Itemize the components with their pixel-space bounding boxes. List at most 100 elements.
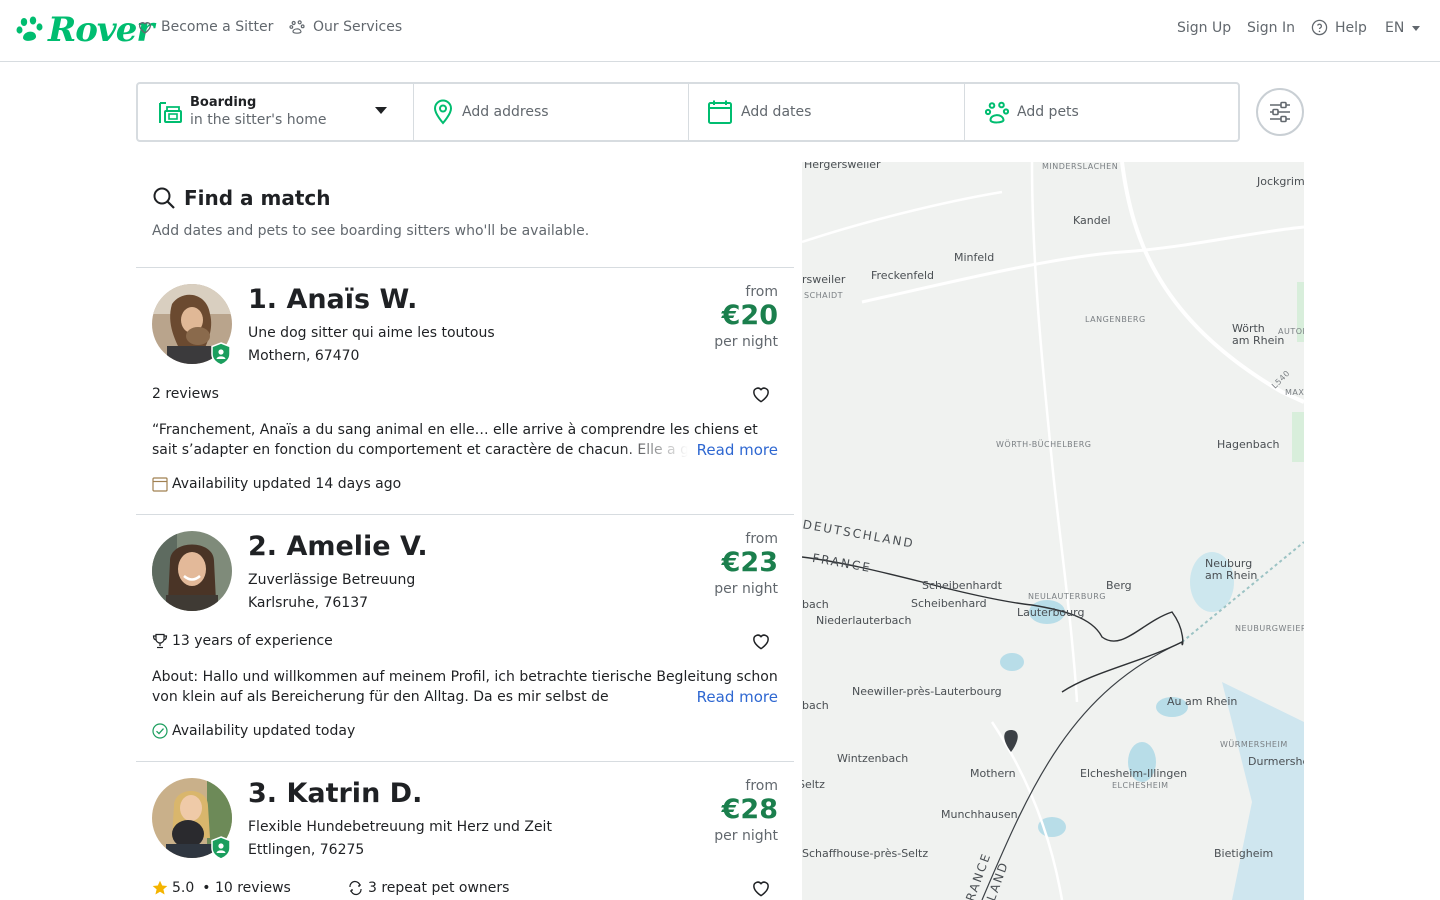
read-more-link[interactable]: Read more xyxy=(690,440,778,460)
map-label: Jockgrim xyxy=(1257,175,1304,188)
sitter-location: Ettlingen, 76275 xyxy=(248,842,365,858)
heart-icon xyxy=(138,22,152,34)
map-label: Minfeld xyxy=(954,251,995,264)
map-label: Hergersweiler xyxy=(804,162,881,171)
become-sitter-label: Become a Sitter xyxy=(161,19,274,35)
map-label: Elchesheim-Illingen xyxy=(1080,767,1188,780)
help-label: Help xyxy=(1335,19,1367,36)
repeat-icon xyxy=(349,880,362,896)
map-label: Scheibenhard xyxy=(911,597,987,610)
map-label: Wörth am Rhein xyxy=(1232,322,1285,347)
sitter-card[interactable]: 1. Anaïs W. Une dog sitter qui aime les … xyxy=(136,268,794,514)
avatar[interactable] xyxy=(152,531,232,611)
map-label: AUTOM xyxy=(1278,327,1304,336)
favorite-heart-icon[interactable] xyxy=(752,880,770,897)
rover-logo[interactable]: Rover xyxy=(16,10,154,50)
map-label: Au am Rhein xyxy=(1167,695,1238,708)
filters-button[interactable] xyxy=(1256,88,1304,136)
favorite-heart-icon[interactable] xyxy=(752,386,770,403)
text-fade xyxy=(618,440,688,460)
sign-in-label: Sign In xyxy=(1247,20,1295,36)
paw-icon xyxy=(985,101,1009,124)
map-label: Freckenfeld xyxy=(871,269,935,282)
price-from-label: from xyxy=(745,531,778,547)
dates-input[interactable]: Add dates xyxy=(689,84,965,140)
price-unit: per night xyxy=(714,828,778,844)
sitter-name[interactable]: 1. Anaïs W. xyxy=(248,284,417,315)
map-label: NEUBURGWEIER xyxy=(1235,624,1304,633)
check-circle-icon xyxy=(152,723,168,739)
sitter-name[interactable]: 3. Katrin D. xyxy=(248,778,422,809)
search-icon xyxy=(153,187,175,209)
sign-up-link[interactable]: Sign Up xyxy=(1177,20,1231,36)
map-label: Berg xyxy=(1106,579,1132,592)
availability-status: Availability updated today xyxy=(152,723,355,739)
dates-placeholder: Add dates xyxy=(741,104,812,120)
map-label: Bietigheim xyxy=(1214,847,1274,860)
sitter-tagline: Flexible Hundebetreuung mit Herz und Zei… xyxy=(248,819,552,835)
map-label: Hagenbach xyxy=(1217,438,1280,451)
availability-status: Availability updated 14 days ago xyxy=(152,476,401,492)
location-pin-icon xyxy=(433,99,453,125)
repeat-owners-label: 3 repeat pet owners xyxy=(368,880,510,896)
calendar-icon xyxy=(152,477,168,492)
favorite-heart-icon[interactable] xyxy=(752,633,770,650)
text-fade xyxy=(618,687,688,707)
pets-input[interactable]: Add pets xyxy=(965,84,1238,140)
review-quote: “Franchement, Anaïs a du sang animal en … xyxy=(152,420,778,460)
map-label: Niederlauterbach xyxy=(816,614,912,627)
verified-shield-icon xyxy=(211,836,231,860)
address-input[interactable]: Add address xyxy=(414,84,689,140)
reviews-label: • 10 reviews xyxy=(202,880,291,896)
find-match-subtitle: Add dates and pets to see boarding sitte… xyxy=(152,223,590,239)
find-match-title: Find a match xyxy=(184,186,331,210)
reviews-count: 2 reviews xyxy=(152,386,219,402)
price-from-label: from xyxy=(745,284,778,300)
sitter-card[interactable]: 3. Katrin D. Flexible Hundebetreuung mit… xyxy=(136,762,794,900)
become-sitter-link[interactable]: Become a Sitter xyxy=(137,19,273,35)
map-label: WÜRMERSHEIM xyxy=(1220,740,1288,749)
paw-logo-icon xyxy=(16,16,43,41)
map-marker xyxy=(1004,730,1018,752)
language-selector[interactable]: EN xyxy=(1385,20,1421,36)
repeat-owners-info: 3 repeat pet owners xyxy=(347,880,509,896)
about-text: About: Hallo und willkommen auf meinem P… xyxy=(152,667,778,707)
address-placeholder: Add address xyxy=(462,104,549,120)
map-label: ELCHESHEIM xyxy=(1112,781,1169,790)
our-services-link[interactable]: Our Services xyxy=(289,19,402,35)
map-label: Munchhausen xyxy=(941,808,1018,821)
map-label: Kandel xyxy=(1073,214,1111,227)
rating-value: 5.0 xyxy=(172,880,195,896)
price-from-label: from xyxy=(745,778,778,794)
service-title: Boarding xyxy=(190,95,257,110)
sitter-tagline: Une dog sitter qui aime les toutous xyxy=(248,325,495,341)
rating-info: 5.0 • 10 reviews xyxy=(152,880,291,896)
map-label: Neuburg am Rhein xyxy=(1205,557,1258,582)
map-label: MINDERSLACHEN xyxy=(1042,162,1119,171)
pets-placeholder: Add pets xyxy=(1017,104,1079,120)
map-label: rsweiler xyxy=(802,273,846,286)
experience-info: 13 years of experience xyxy=(152,633,333,649)
verified-shield-icon xyxy=(211,342,231,366)
sign-in-link[interactable]: Sign In xyxy=(1247,20,1295,36)
help-icon xyxy=(1311,19,1328,36)
boarding-house-icon xyxy=(159,102,182,123)
map-label: bach xyxy=(802,699,829,712)
availability-label: Availability updated 14 days ago xyxy=(172,476,402,492)
sitter-tagline: Zuverlässige Betreuung xyxy=(248,572,416,588)
map-view[interactable]: Hergersweiler MINDERSLACHEN Jockgrim Kan… xyxy=(802,162,1304,900)
service-subtitle: in the sitter's home xyxy=(190,112,327,128)
sitter-name[interactable]: 2. Amelie V. xyxy=(248,531,428,562)
service-selector[interactable]: Boarding in the sitter's home xyxy=(138,84,414,140)
price-value: €20 xyxy=(721,300,778,331)
map-label: Schaffhouse-près-Seltz xyxy=(802,847,929,860)
availability-label: Availability updated today xyxy=(172,723,356,739)
language-label: EN xyxy=(1385,20,1405,36)
calendar-icon xyxy=(708,100,732,124)
map-label: NEULAUTERBURG xyxy=(1028,592,1106,601)
sitter-card[interactable]: 2. Amelie V. Zuverlässige Betreuung Karl… xyxy=(136,515,794,761)
read-more-link[interactable]: Read more xyxy=(690,687,778,707)
help-link[interactable]: Help xyxy=(1311,19,1367,36)
price-value: €23 xyxy=(721,547,778,578)
about-label: About: xyxy=(152,669,199,685)
